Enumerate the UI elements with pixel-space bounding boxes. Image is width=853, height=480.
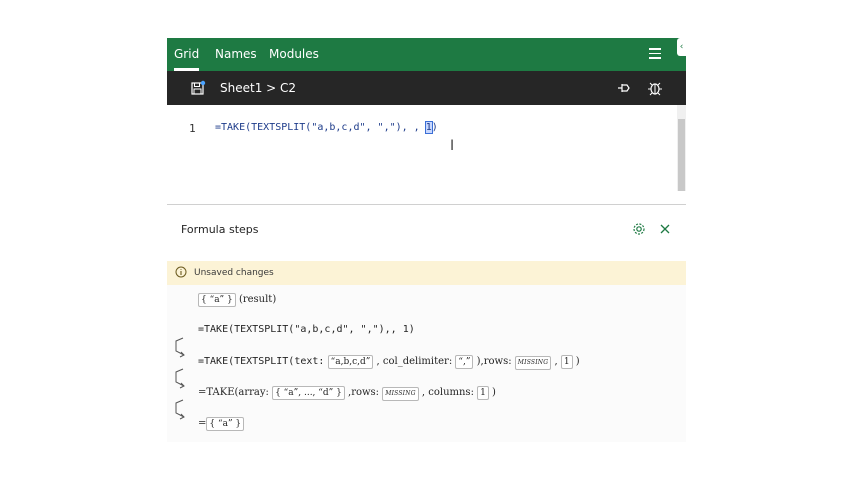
- rows-missing-badge[interactable]: MISSING: [382, 387, 419, 401]
- step-2-prefix: =TAKE(TEXTSPLIT(text:: [198, 356, 325, 367]
- step-2[interactable]: =TAKE(TEXTSPLIT(text: “a,b,c,d” , col_de…: [198, 355, 580, 370]
- text-cursor-icon: I: [450, 138, 455, 154]
- result-label: (result): [238, 294, 277, 305]
- comma: ,: [554, 356, 558, 367]
- debug-icon[interactable]: [647, 80, 663, 96]
- lambda-editor-panel: Grid Names Modules ‹ Sheet1 > C2 1 =TAKE…: [167, 38, 686, 442]
- tab-modules[interactable]: Modules: [269, 38, 319, 71]
- editor-scrollbar[interactable]: [677, 105, 686, 191]
- step-3-prefix: =TAKE(array:: [198, 387, 269, 398]
- close-icon[interactable]: [658, 222, 672, 236]
- unsaved-changes-banner: Unsaved changes: [167, 261, 686, 285]
- delim-arg-value[interactable]: “,”: [455, 355, 474, 369]
- step-4[interactable]: ={ “a” }: [198, 417, 245, 431]
- save-icon[interactable]: [190, 80, 206, 96]
- pin-icon[interactable]: [616, 80, 632, 96]
- breadcrumb: Sheet1 > C2: [220, 81, 297, 95]
- tab-bar: Grid Names Modules ‹: [167, 38, 686, 71]
- step-1[interactable]: =TAKE(TEXTSPLIT("a,b,c,d", ","),, 1): [198, 324, 415, 335]
- line-number: 1: [189, 122, 196, 135]
- final-value[interactable]: { “a” }: [206, 417, 245, 431]
- code-editor[interactable]: 1 =TAKE(TEXTSPLIT("a,b,c,d", ","), , 1) …: [167, 105, 686, 191]
- formula-steps-title: Formula steps: [181, 223, 259, 236]
- step-arrow-icon: [175, 399, 185, 420]
- toolbar: Sheet1 > C2: [167, 71, 686, 105]
- step-arrow-icon: [175, 368, 185, 389]
- rows-label: ),rows:: [476, 356, 512, 367]
- step-arrow-icon: [175, 337, 185, 358]
- rows-missing-badge[interactable]: MISSING: [514, 356, 552, 370]
- cols-arg-value[interactable]: 1: [560, 355, 573, 369]
- step-3[interactable]: =TAKE(array: { “a”, ..., “d” } ,rows: MI…: [198, 386, 496, 401]
- settings-icon[interactable]: [632, 222, 646, 236]
- step-3-suffix: ): [492, 387, 496, 398]
- splitter[interactable]: [167, 204, 686, 205]
- banner-text: Unsaved changes: [194, 268, 274, 278]
- code-text: =TAKE(TEXTSPLIT("a,b,c,d", ","), ,: [215, 122, 426, 133]
- columns-arg-value[interactable]: 1: [477, 386, 489, 400]
- formula-code-line[interactable]: =TAKE(TEXTSPLIT("a,b,c,d", ","), , 1): [215, 121, 438, 134]
- result-value[interactable]: { “a” }: [198, 293, 236, 307]
- code-text-end: ): [431, 122, 438, 133]
- hamburger-menu-icon[interactable]: [649, 48, 661, 60]
- rows-label: ,rows:: [348, 387, 380, 398]
- result-row: { “a” } (result): [198, 293, 276, 307]
- array-arg-value[interactable]: { “a”, ..., “d” }: [272, 386, 345, 400]
- collapse-chevron-icon[interactable]: ‹: [677, 38, 686, 56]
- tab-grid[interactable]: Grid: [174, 38, 200, 71]
- scrollbar-thumb[interactable]: [678, 119, 685, 191]
- info-icon: [175, 266, 187, 278]
- step-4-prefix: =: [198, 418, 207, 429]
- delim-label: , col_delimiter:: [376, 356, 453, 367]
- text-arg-value[interactable]: “a,b,c,d”: [327, 355, 374, 369]
- formula-steps-list: { “a” } (result) =TAKE(TEXTSPLIT("a,b,c,…: [167, 285, 686, 442]
- tab-names[interactable]: Names: [215, 38, 257, 71]
- step-2-suffix: ): [575, 356, 580, 367]
- columns-label: , columns:: [421, 387, 474, 398]
